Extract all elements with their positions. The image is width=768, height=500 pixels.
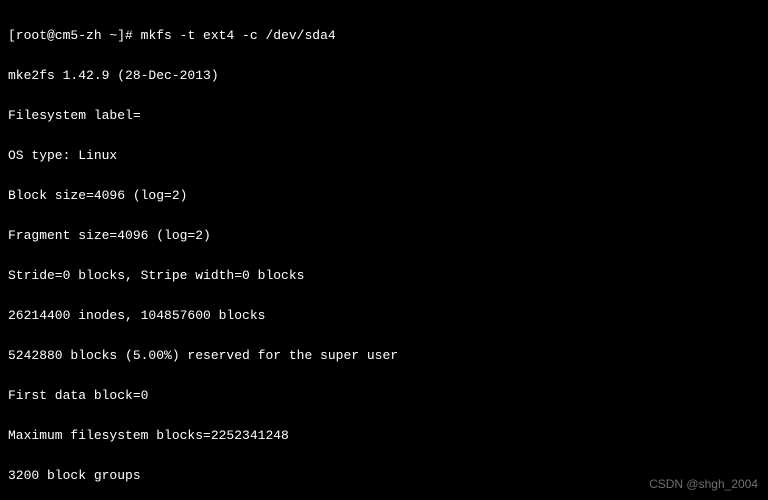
output-block-size: Block size=4096 (log=2) (8, 186, 760, 206)
output-version: mke2fs 1.42.9 (28-Dec-2013) (8, 66, 760, 86)
typed-command: mkfs -t ext4 -c /dev/sda4 (141, 28, 336, 43)
output-inodes-blocks: 26214400 inodes, 104857600 blocks (8, 306, 760, 326)
output-fs-label: Filesystem label= (8, 106, 760, 126)
output-stride: Stride=0 blocks, Stripe width=0 blocks (8, 266, 760, 286)
output-max-fs-blocks: Maximum filesystem blocks=2252341248 (8, 426, 760, 446)
output-block-groups: 3200 block groups (8, 466, 760, 486)
terminal-window[interactable]: [root@cm5-zh ~]# mkfs -t ext4 -c /dev/sd… (0, 0, 768, 500)
command-line: [root@cm5-zh ~]# mkfs -t ext4 -c /dev/sd… (8, 26, 760, 46)
output-reserved: 5242880 blocks (5.00%) reserved for the … (8, 346, 760, 366)
shell-prompt: [root@cm5-zh ~]# (8, 28, 133, 43)
output-fragment-size: Fragment size=4096 (log=2) (8, 226, 760, 246)
watermark-text: CSDN @shgh_2004 (649, 474, 758, 494)
output-first-data-block: First data block=0 (8, 386, 760, 406)
output-os-type: OS type: Linux (8, 146, 760, 166)
